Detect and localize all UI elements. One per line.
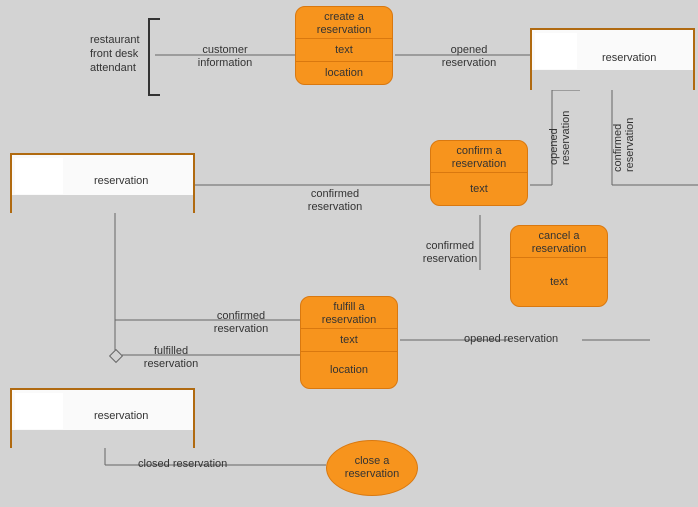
card-reservation-left-label: reservation [94, 175, 148, 187]
card-reservation-left[interactable]: reservation [10, 153, 195, 213]
node-fulfill-reservation[interactable]: fulfill areservation text location [300, 296, 398, 389]
node-create-title: create areservation [296, 7, 392, 38]
node-confirm-sec1: text [431, 172, 527, 205]
label-closed: closed reservation [138, 458, 248, 471]
label-customer-information: customerinformation [190, 44, 260, 69]
card-reservation-top-label: reservation [602, 52, 656, 64]
node-confirm-title: confirm areservation [431, 141, 527, 172]
node-close-reservation[interactable]: close areservation [326, 440, 418, 496]
node-fulfill-title: fulfill areservation [301, 297, 397, 328]
node-close-title: close areservation [345, 455, 399, 480]
node-create-reservation[interactable]: create areservation text location [295, 6, 393, 85]
label-confirmed-1: confirmedreservation [300, 188, 370, 213]
node-confirm-reservation[interactable]: confirm areservation text [430, 140, 528, 206]
actor-text: restaurantfront deskattendant [90, 34, 140, 74]
card-reservation-bottom[interactable]: reservation [10, 388, 195, 448]
node-fulfill-sec2: location [301, 351, 397, 388]
label-fulfilled: fulfilledreservation [136, 345, 206, 370]
node-fulfill-sec1: text [301, 328, 397, 351]
card-reservation-top[interactable]: reservation [530, 28, 695, 90]
node-cancel-sec1: text [511, 257, 607, 306]
card-reservation-bottom-label: reservation [94, 410, 148, 422]
label-opened-vertical: openedreservation [548, 111, 572, 165]
node-create-sec1: text [296, 38, 392, 61]
label-opened-h: opened reservation [464, 333, 604, 346]
node-create-sec2: location [296, 61, 392, 84]
label-confirmed-3: confirmedreservation [206, 310, 276, 335]
actor-label: restaurantfront deskattendant [90, 34, 150, 75]
node-cancel-title: cancel areservation [511, 226, 607, 257]
node-cancel-reservation[interactable]: cancel areservation text [510, 225, 608, 307]
label-opened-reservation: openedreservation [434, 44, 504, 69]
label-confirmed-vertical: confirmedreservation [612, 118, 636, 172]
label-confirmed-2: confirmedreservation [420, 240, 480, 265]
